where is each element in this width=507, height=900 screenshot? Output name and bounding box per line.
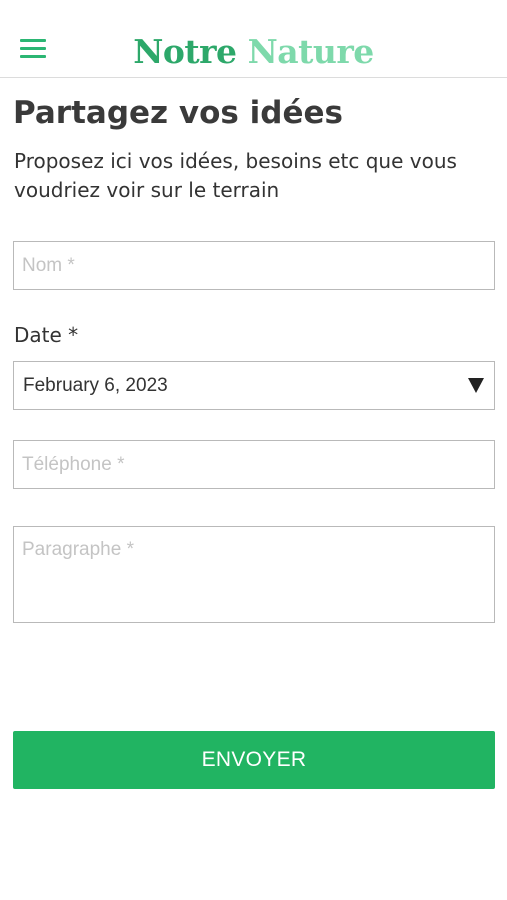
date-select[interactable]: February 6, 2023: [13, 361, 495, 410]
logo-word-nature: Nature: [247, 32, 375, 71]
app-header: Notre Nature: [0, 0, 507, 78]
page-subtitle: Proposez ici vos idées, besoins etc que …: [14, 149, 457, 202]
phone-input[interactable]: [13, 440, 495, 489]
date-label: Date *: [14, 323, 79, 347]
page-title: Partagez vos idées: [13, 95, 343, 131]
logo-word-notre: Notre: [133, 32, 237, 71]
site-logo[interactable]: Notre Nature: [0, 32, 507, 72]
name-input[interactable]: [13, 241, 495, 290]
date-value: February 6, 2023: [23, 375, 168, 396]
dropdown-arrow-icon: [468, 378, 484, 393]
paragraph-textarea[interactable]: [13, 526, 495, 623]
submit-button[interactable]: ENVOYER: [13, 731, 495, 789]
